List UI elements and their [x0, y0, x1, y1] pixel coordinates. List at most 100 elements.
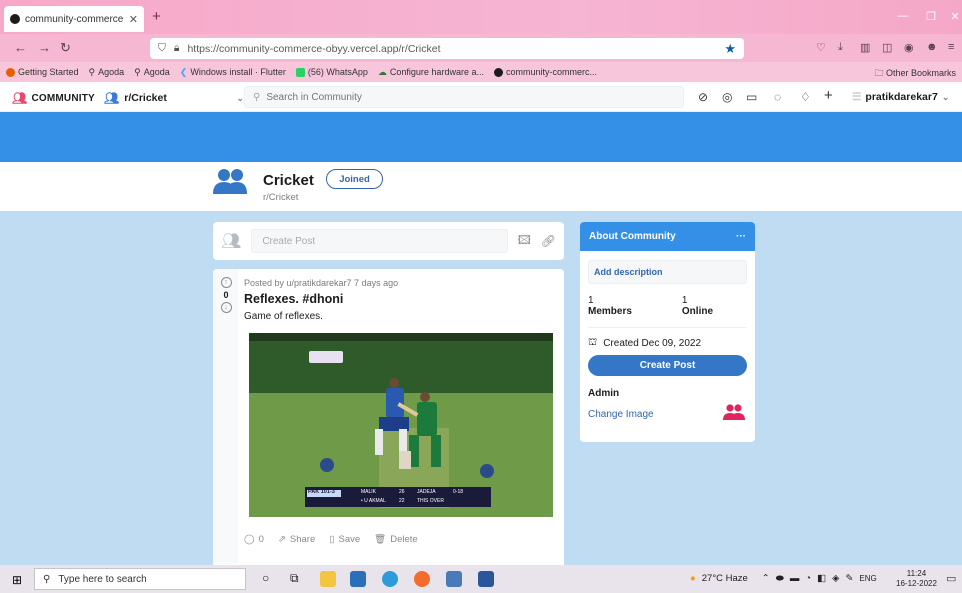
battery-icon[interactable]: ▬ [790, 573, 800, 584]
joined-button[interactable]: Joined [326, 169, 383, 189]
community-selector[interactable]: 👥︎ r/Cricket ⌄ [104, 89, 244, 107]
bookmark-item[interactable]: ⚲ Agoda [134, 67, 170, 78]
bookmark-star-icon[interactable]: ★ [724, 41, 736, 57]
windows-start-icon[interactable]: ⊞ [12, 573, 22, 587]
address-bar[interactable]: ⛉ 🔒︎ https://community-commerce-obyy.ver… [150, 38, 744, 59]
app-logo[interactable]: 👥︎ COMMUNITY [12, 91, 95, 105]
cortana-icon[interactable]: ○ [262, 571, 278, 587]
scoreboard-batter1: MALIK [361, 489, 377, 495]
scoreboard-team: PAK 101-3 [308, 489, 335, 495]
share-icon: ⇗ [277, 534, 286, 545]
share-button[interactable]: ⇗ Share [278, 534, 315, 545]
post-title[interactable]: Reflexes. #dhoni [244, 292, 343, 306]
pocket-icon[interactable]: ♡ [816, 41, 826, 54]
about-header: About Community ··· [580, 222, 755, 251]
bookmark-item[interactable]: ⚲ Agoda [89, 67, 125, 78]
community-header: Cricket r/Cricket Joined [0, 162, 962, 211]
popular-icon[interactable]: ⊘ [698, 90, 708, 104]
lock-icon[interactable]: 🔒︎ [174, 42, 180, 55]
notification-center-icon[interactable]: ▭ [946, 572, 956, 585]
menu-icon[interactable]: ≡ [948, 41, 954, 53]
minimize-icon[interactable]: — [892, 6, 914, 26]
link-icon[interactable]: 🔗︎ [541, 234, 556, 248]
network-icon[interactable]: ◔ [805, 573, 811, 584]
location-pin-icon: ⚲ [88, 66, 96, 77]
create-post-button[interactable]: Create Post [588, 355, 747, 376]
search-input[interactable] [266, 91, 647, 103]
new-tab-icon[interactable]: + [152, 8, 161, 25]
mail-icon[interactable] [350, 571, 366, 587]
community-logo-icon: 👥︎ [12, 91, 28, 105]
search-bar[interactable]: ⚲ [244, 86, 684, 108]
save-button[interactable]: ▯ Save [329, 534, 360, 545]
browser-tab[interactable]: community-commerce-obyy.ver ✕ [4, 6, 144, 32]
scoreboard-batter2: • U AKMAL [361, 498, 386, 504]
chevron-down-icon: ⌄ [941, 91, 950, 102]
extension-icon[interactable]: ◉ [904, 41, 914, 54]
upvote-icon[interactable]: ↑ [220, 277, 232, 288]
more-options-icon[interactable]: ··· [736, 231, 746, 242]
chat-icon[interactable]: ◌ [774, 90, 781, 104]
restore-icon[interactable]: ❐ [920, 6, 942, 26]
bookmark-item[interactable]: ☁ Configure hardware a... [378, 67, 484, 78]
profile-icon[interactable]: ☻ [926, 41, 938, 53]
scoreboard-bowler-figures: 0-18 [453, 489, 464, 495]
user-menu[interactable]: ☰ pratikdarekar7 ⌄ [852, 91, 949, 103]
comments-button[interactable]: ◯ 0 [244, 534, 264, 545]
volume-icon[interactable]: ◧ [817, 573, 826, 584]
downvote-icon[interactable]: ↓ [220, 302, 232, 313]
url-text[interactable]: https://community-commerce-obyy.vercel.a… [187, 43, 716, 55]
bookmark-item[interactable]: community-commerc... [493, 67, 597, 77]
close-tab-icon[interactable]: ✕ [129, 13, 138, 26]
taskbar-search[interactable]: ⚲ Type here to search [34, 568, 246, 590]
trash-icon: 🗑︎ [374, 534, 387, 545]
sidebar-icon[interactable]: ◫ [882, 41, 892, 54]
back-icon[interactable]: ← [14, 40, 27, 55]
download-icon[interactable]: ⤓ [838, 41, 843, 54]
store-icon[interactable] [446, 571, 462, 587]
create-post-plus-icon[interactable]: + [824, 87, 833, 104]
notification-bell-icon[interactable]: ♢ [800, 90, 811, 104]
scoreboard-batter1-score: 26 [399, 489, 405, 495]
post-meta: Posted by u/pratikdarekar7 7 days ago [244, 278, 399, 288]
firefox-icon[interactable] [414, 571, 430, 587]
community-banner [0, 112, 962, 162]
main-content: 👥︎ 🖾︎ 🔗︎ ↑ 0 ↓ Posted by u/pratikdarekar… [0, 211, 962, 568]
video-icon[interactable]: ▭ [746, 90, 757, 104]
tray-app-icon[interactable]: ⬬ [776, 573, 784, 584]
post-card[interactable]: ↑ 0 ↓ Posted by u/pratikdarekar7 7 days … [213, 269, 564, 565]
other-bookmarks[interactable]: 🗀︎ Other Bookmarks [874, 66, 956, 82]
admin-label: Admin [588, 388, 620, 399]
all-icon[interactable]: ◎ [722, 90, 732, 104]
add-description-button[interactable]: Add description [588, 260, 747, 284]
online-stat: 1 Online [681, 295, 714, 317]
community-avatar-icon [213, 168, 247, 201]
tray-chevron-icon[interactable]: ⌃ [762, 573, 770, 584]
pen-icon[interactable]: ✎ [845, 573, 853, 584]
file-explorer-icon[interactable] [320, 571, 336, 587]
created-date: ⛫ Created Dec 09, 2022 [588, 337, 702, 349]
search-icon: ⚲ [43, 573, 51, 585]
word-icon[interactable] [478, 571, 494, 587]
tray-extra-icon[interactable]: ◈ [832, 573, 839, 584]
reload-icon[interactable]: ↻ [60, 40, 71, 56]
cloud-icon: ☁ [377, 66, 387, 77]
bookmark-item[interactable]: (56) WhatsApp [295, 67, 368, 77]
close-window-icon[interactable]: ✕ [944, 6, 962, 26]
tab-title: community-commerce-obyy.ver [25, 13, 124, 25]
forward-icon[interactable]: → [38, 40, 51, 55]
change-image-link[interactable]: Change Image [588, 409, 654, 420]
create-post-input[interactable] [251, 229, 508, 253]
post-image[interactable]: PAK 101-3 MALIK 26 • U AKMAL 22 JADEJA 0… [249, 333, 553, 517]
members-stat: 1 Members [588, 295, 632, 317]
bookmark-item[interactable]: Getting Started [6, 67, 79, 77]
clock[interactable]: 11:24 16-12-2022 [896, 569, 937, 589]
shield-icon[interactable]: ⛉ [158, 42, 166, 55]
edge-icon[interactable] [382, 571, 398, 587]
language-indicator[interactable]: ENG [859, 574, 876, 583]
bookmark-item[interactable]: ❮ Windows install · Flutter [180, 67, 286, 78]
task-view-icon[interactable]: ⧉ [290, 571, 306, 587]
library-icon[interactable]: ▥ [860, 41, 870, 54]
delete-button[interactable]: 🗑︎ Delete [374, 534, 418, 545]
image-upload-icon[interactable]: 🖾︎ [518, 231, 531, 252]
